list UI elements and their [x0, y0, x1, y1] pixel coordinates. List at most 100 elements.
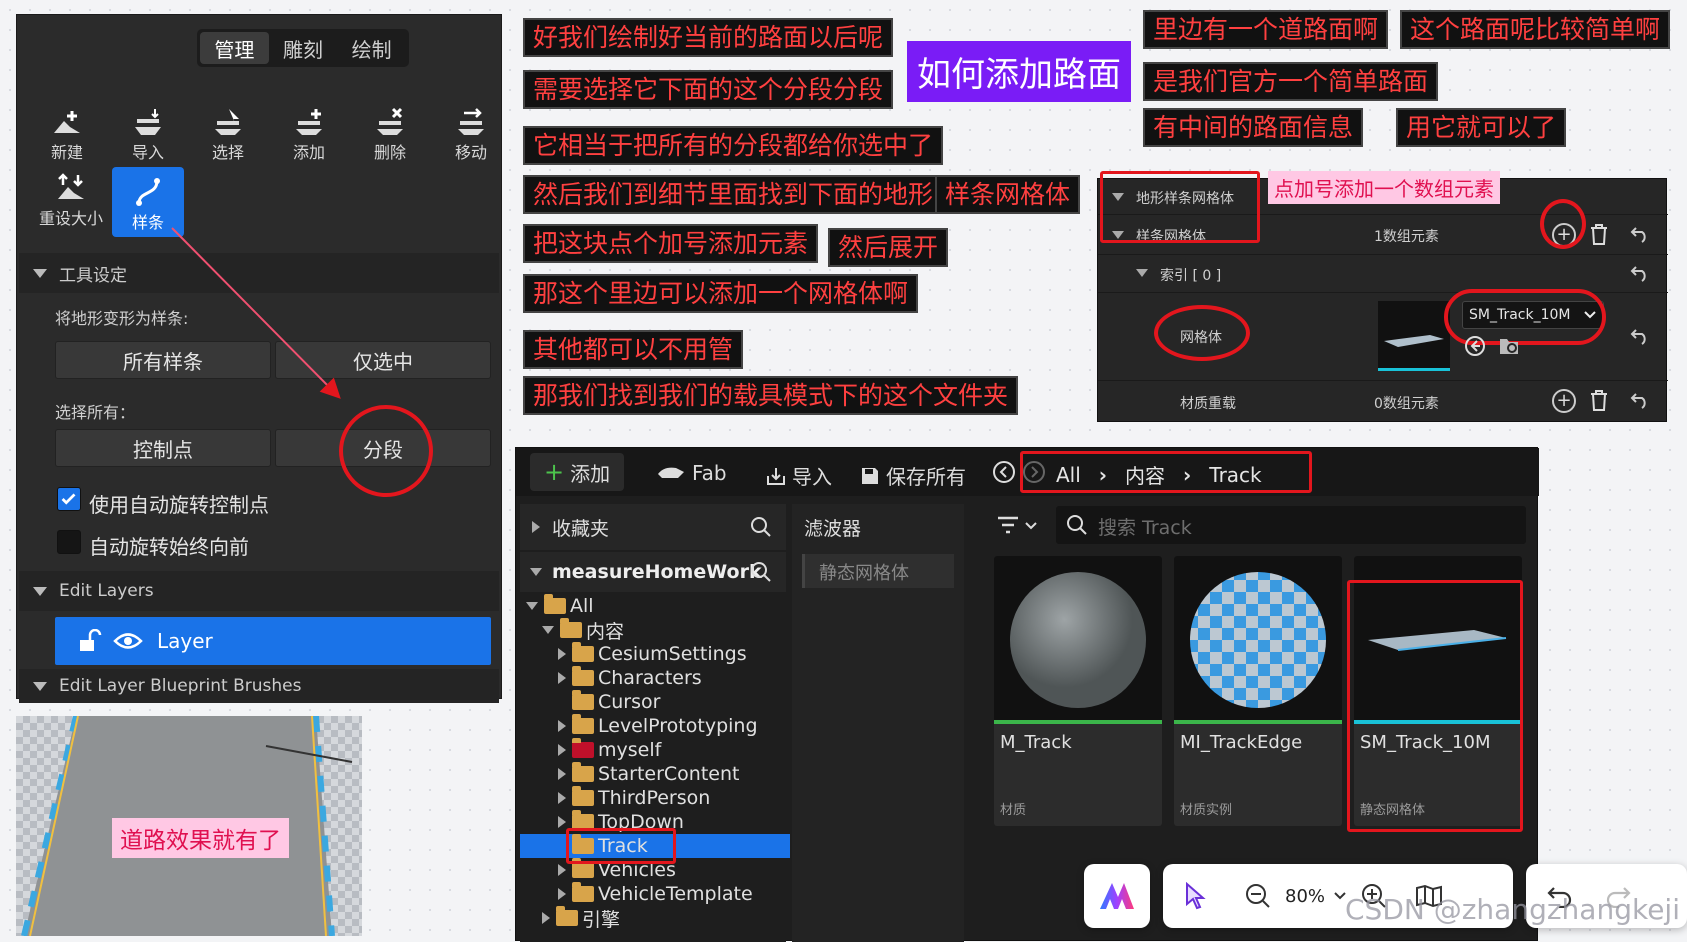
tab-sculpt[interactable]: 雕刻: [269, 32, 338, 64]
tool-label: 样条: [131, 213, 164, 232]
tab-paint[interactable]: 绘制: [337, 32, 406, 64]
tool-settings-header[interactable]: 工具设定: [19, 253, 499, 293]
trash-icon[interactable]: [1588, 388, 1610, 412]
button-label: 保存所有: [886, 465, 966, 489]
auto-rotate-forward-label: 自动旋转始终向前: [89, 535, 249, 559]
caption-1: 好我们绘制好当前的路面以后呢: [523, 18, 894, 58]
tool-spline[interactable]: 样条: [112, 167, 184, 237]
tool-label: 删除: [373, 143, 406, 162]
import-icon: [135, 109, 161, 135]
caption-2: 需要选择它下面的这个分段分段: [523, 70, 894, 110]
caption-12: 这个路面呢比较简单啊: [1400, 10, 1671, 50]
caption-11: 里边有一个道路面啊: [1143, 10, 1389, 50]
track-folder-highlight: [566, 828, 676, 864]
back-icon[interactable]: [992, 460, 1016, 484]
asset-thumbnail: [1174, 556, 1342, 720]
tree-item-folder[interactable]: Characters: [520, 666, 790, 690]
tool-add[interactable]: 添加: [273, 105, 345, 167]
mesh-row[interactable]: 网格体 SM_Track_10M: [1098, 289, 1668, 381]
search-icon: [1067, 515, 1087, 535]
tree-item-folder[interactable]: CesiumSettings: [520, 642, 790, 666]
app-logo-button[interactable]: [1084, 864, 1150, 928]
reset-icon[interactable]: [1630, 391, 1650, 409]
reset-icon[interactable]: [1630, 225, 1650, 243]
search-icon[interactable]: [750, 516, 772, 538]
layer-name: Layer: [157, 629, 213, 653]
add-button[interactable]: + 添加: [530, 453, 625, 491]
tree-item-folder[interactable]: VehicleTemplate: [520, 882, 790, 906]
spline-icon: [136, 178, 160, 206]
tool-new[interactable]: 新建: [31, 105, 103, 167]
tree-item-content[interactable]: 内容: [520, 618, 790, 643]
all-splines-button[interactable]: 所有样条: [55, 341, 271, 379]
folder-icon: [572, 762, 594, 782]
tree-item-folder[interactable]: myself: [520, 738, 790, 762]
layer-row[interactable]: Layer: [55, 617, 491, 665]
reset-icon[interactable]: [1630, 264, 1650, 282]
project-header[interactable]: measureHomeWork: [520, 552, 786, 592]
asset-tile-mi-trackedge[interactable]: MI_TrackEdge 材质实例: [1174, 556, 1342, 826]
zoom-out-icon[interactable]: [1245, 883, 1271, 909]
search-box[interactable]: 搜索 Track: [1056, 506, 1526, 544]
tool-import[interactable]: 导入: [112, 105, 184, 167]
unlock-icon: [80, 629, 102, 651]
row-label: 索引 [ 0 ]: [1160, 268, 1222, 284]
mesh-thumbnail[interactable]: [1378, 301, 1450, 371]
zoom-level[interactable]: 80%: [1285, 886, 1325, 907]
folder-icon: [572, 882, 594, 902]
only-selected-button[interactable]: 仅选中: [275, 341, 491, 379]
breadcrumb-highlight: [1020, 451, 1312, 493]
project-name: measureHomeWork: [552, 561, 762, 583]
edit-layer-brushes-header[interactable]: Edit Layer Blueprint Brushes: [19, 669, 499, 703]
tool-label: 导入: [131, 143, 164, 162]
auto-rotate-forward-checkbox[interactable]: [57, 530, 81, 554]
favorites-header[interactable]: 收藏夹: [520, 504, 786, 550]
tool-delete[interactable]: 删除: [354, 105, 426, 167]
add-element-icon[interactable]: +: [1552, 389, 1576, 413]
asset-tile-m-track[interactable]: M_Track 材质: [994, 556, 1162, 826]
tree-item-all[interactable]: All: [520, 594, 790, 618]
pointer-icon[interactable]: [1183, 882, 1207, 910]
save-all-button[interactable]: 保存所有: [860, 461, 966, 490]
filter-icon[interactable]: [996, 514, 1040, 538]
browse-icon[interactable]: [1498, 335, 1522, 357]
section-title: Edit Layer Blueprint Brushes: [59, 676, 302, 696]
tree-item-folder[interactable]: LevelPrototyping: [520, 714, 790, 738]
tree-item-engine[interactable]: 引擎: [520, 906, 790, 931]
tree-item-folder[interactable]: ThirdPerson: [520, 786, 790, 810]
check-icon: [61, 493, 76, 505]
reset-icon[interactable]: [1630, 327, 1650, 345]
row-label: 材质重载: [1180, 396, 1236, 412]
caption-3: 它相当于把所有的分段都给你选中了: [523, 126, 944, 166]
tree-label: Characters: [598, 667, 702, 689]
tree-item-folder[interactable]: Cursor: [520, 690, 790, 714]
expand-arrow-icon: [532, 521, 540, 533]
tree-label: VehicleTemplate: [598, 883, 753, 905]
tree-item-folder[interactable]: StarterContent: [520, 762, 790, 786]
auto-rotate-checkbox[interactable]: [57, 487, 81, 511]
caption-10: 那我们找到我们的载具模式下的这个文件夹: [523, 376, 1019, 416]
tab-manage[interactable]: 管理: [200, 32, 269, 64]
material-override-row[interactable]: 材质重载 0数组元素 +: [1098, 381, 1668, 421]
tool-resize[interactable]: 重设大小: [31, 171, 111, 233]
caption-9: 其他都可以不用管: [523, 330, 744, 370]
watermark: CSDN @zhangzhangkeji: [1345, 893, 1680, 926]
tool-label: 移动: [454, 143, 487, 162]
index-row[interactable]: 索引 [ 0 ]: [1098, 255, 1668, 293]
control-points-button[interactable]: 控制点: [55, 429, 271, 467]
add-button-highlight: [1540, 199, 1586, 249]
use-selected-icon[interactable]: [1464, 335, 1486, 357]
trash-icon[interactable]: [1588, 222, 1610, 246]
search-icon[interactable]: [750, 561, 772, 583]
import-button[interactable]: 导入: [764, 461, 832, 490]
folder-icon: [556, 906, 578, 926]
edit-layers-header[interactable]: Edit Layers: [19, 571, 499, 611]
fab-button[interactable]: Fab: [656, 461, 727, 485]
expand-arrow-icon: [542, 912, 550, 924]
expand-arrow-icon: [558, 648, 566, 660]
tool-select[interactable]: 选择: [192, 105, 264, 167]
tool-move[interactable]: 移动: [435, 105, 507, 167]
filter-chip[interactable]: 静态网格体: [802, 554, 954, 588]
title-caption: 如何添加路面: [907, 41, 1131, 102]
resize-icon: [58, 173, 84, 199]
